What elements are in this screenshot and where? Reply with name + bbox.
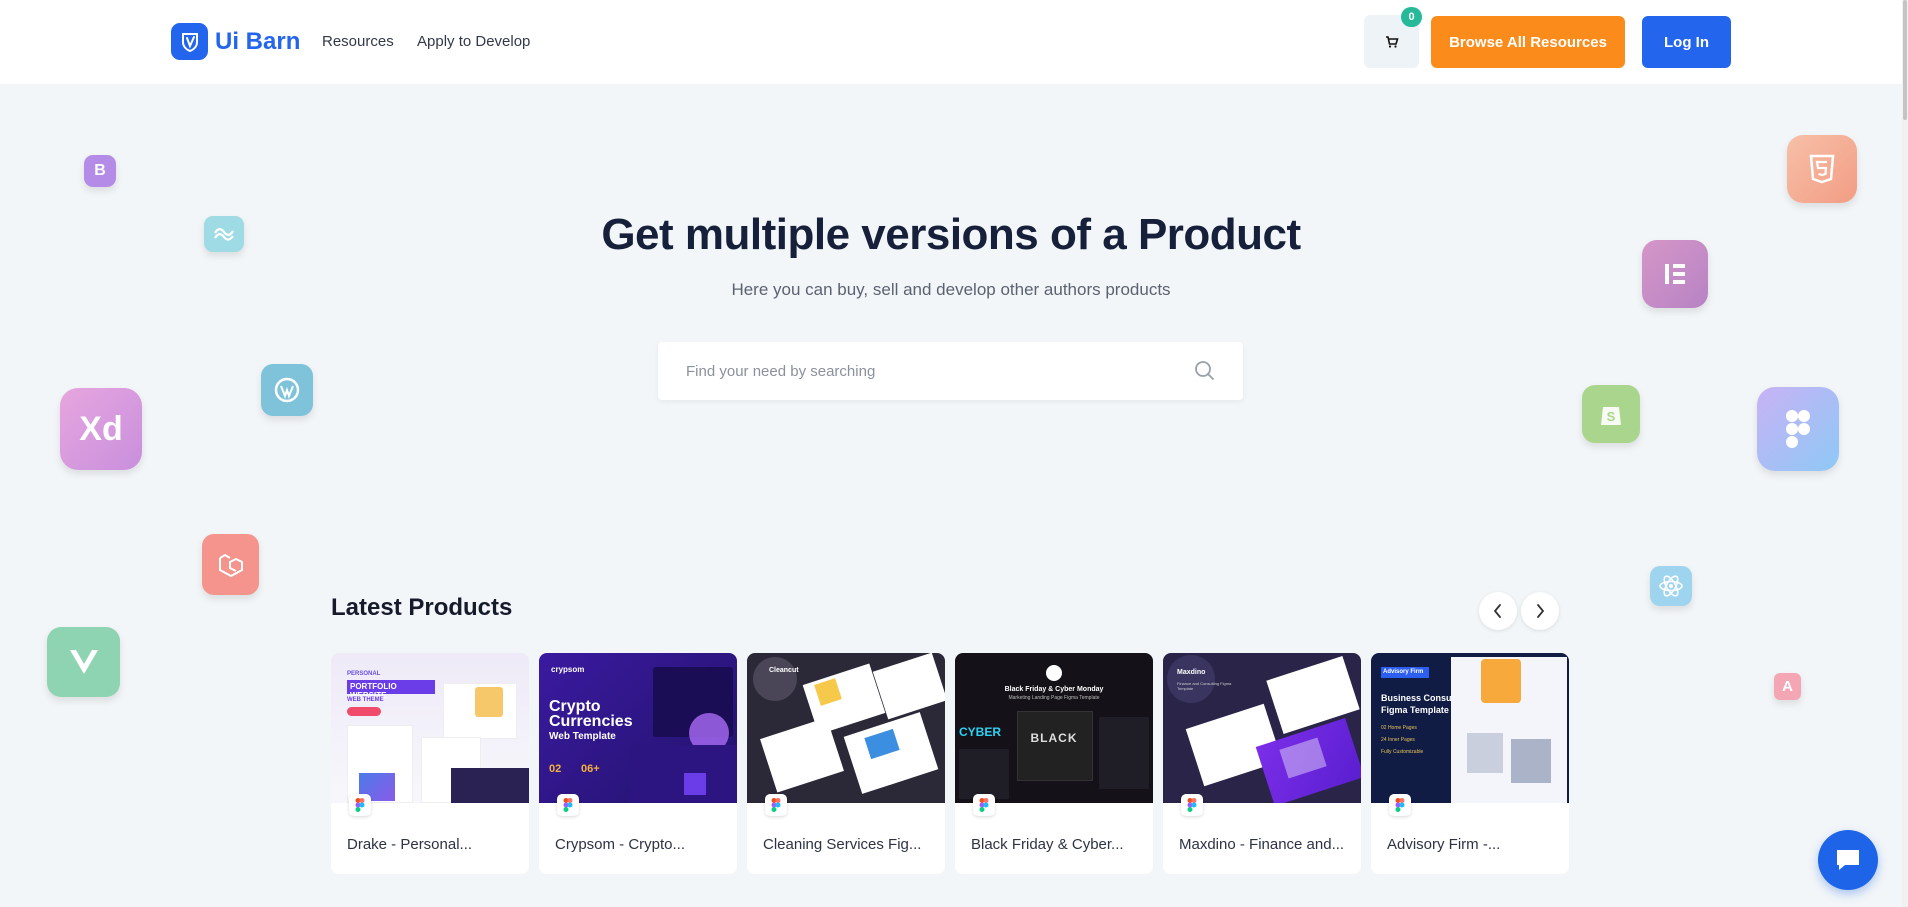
page-scrollbar-thumb[interactable] [1903, 0, 1907, 120]
latest-products-title: Latest Products [331, 594, 513, 621]
figma-icon [1757, 387, 1839, 471]
angular-icon: A [1774, 673, 1801, 700]
product-thumbnail: Cleancut [747, 653, 945, 803]
cart-icon [1385, 35, 1399, 48]
brand-name: Ui Barn [215, 27, 301, 55]
product-thumbnail: Black Friday & Cyber Monday Marketing La… [955, 653, 1153, 803]
product-thumbnail: Advisory Firm Business Consulting Figma … [1371, 653, 1569, 803]
elementor-icon [1642, 240, 1708, 308]
chevron-left-icon [1493, 604, 1501, 618]
product-title[interactable]: Advisory Firm -... [1387, 836, 1562, 853]
shopify-icon: S [1582, 385, 1640, 443]
figma-badge-icon [557, 794, 579, 816]
nav-link-apply-to-develop[interactable]: Apply to Develop [417, 33, 530, 50]
product-title[interactable]: Drake - Personal... [347, 836, 522, 853]
tailwind-icon [204, 216, 244, 252]
figma-badge-icon [973, 794, 995, 816]
adobe-xd-icon: Xd [60, 388, 142, 470]
product-title[interactable]: Black Friday & Cyber... [971, 836, 1146, 853]
chat-bubble-icon [1837, 850, 1859, 870]
carousel-prev-button[interactable] [1479, 592, 1517, 630]
figma-badge-icon [349, 794, 371, 816]
logo-shield-icon [171, 23, 208, 60]
product-card[interactable]: Black Friday & Cyber Monday Marketing La… [955, 653, 1153, 874]
product-card[interactable]: Advisory Firm Business Consulting Figma … [1371, 653, 1569, 874]
wordpress-icon [261, 364, 313, 416]
figma-badge-icon [765, 794, 787, 816]
bootstrap-icon: B [84, 155, 116, 187]
chat-button[interactable] [1818, 830, 1878, 890]
vue-icon [47, 627, 120, 697]
search-icon[interactable] [1194, 360, 1216, 387]
nav-link-resources[interactable]: Resources [322, 33, 394, 50]
carousel-next-button[interactable] [1521, 592, 1559, 630]
product-card[interactable]: Maxdino Finance and Consulting Figma Tem… [1163, 653, 1361, 874]
cart-count-badge: 0 [1401, 7, 1422, 27]
laravel-icon [202, 534, 259, 595]
browse-all-resources-button[interactable]: Browse All Resources [1431, 16, 1625, 68]
product-thumbnail: crypsom Crypto Currencies Web Template 0… [539, 653, 737, 803]
product-thumbnail: PERSONAL PORTFOLIO WEBSITE WEB THEME [331, 653, 529, 803]
chevron-right-icon [1537, 604, 1545, 618]
product-card[interactable]: Cleancut Cleaning Services Fig... [747, 653, 945, 874]
product-card[interactable]: crypsom Crypto Currencies Web Template 0… [539, 653, 737, 874]
product-thumbnail: Maxdino Finance and Consulting Figma Tem… [1163, 653, 1361, 803]
product-card[interactable]: PERSONAL PORTFOLIO WEBSITE WEB THEME Dra… [331, 653, 529, 874]
figma-badge-icon [1181, 794, 1203, 816]
figma-badge-icon [1389, 794, 1411, 816]
page-scrollbar-track [1902, 0, 1908, 907]
search-box [658, 342, 1243, 400]
product-title[interactable]: Crypsom - Crypto... [555, 836, 730, 853]
svg-text:S: S [1607, 409, 1616, 424]
product-title[interactable]: Cleaning Services Fig... [763, 836, 938, 853]
html5-icon [1787, 135, 1857, 203]
react-icon [1650, 566, 1692, 606]
hero-title: Get multiple versions of a Product [601, 210, 1301, 259]
search-input[interactable] [686, 342, 1186, 400]
hero-subtitle: Here you can buy, sell and develop other… [731, 280, 1171, 299]
top-navbar: Ui Barn Resources Apply to Develop 0 Bro… [0, 0, 1908, 84]
login-button[interactable]: Log In [1642, 16, 1731, 68]
product-title[interactable]: Maxdino - Finance and... [1179, 836, 1354, 853]
brand-logo[interactable]: Ui Barn [171, 23, 300, 60]
